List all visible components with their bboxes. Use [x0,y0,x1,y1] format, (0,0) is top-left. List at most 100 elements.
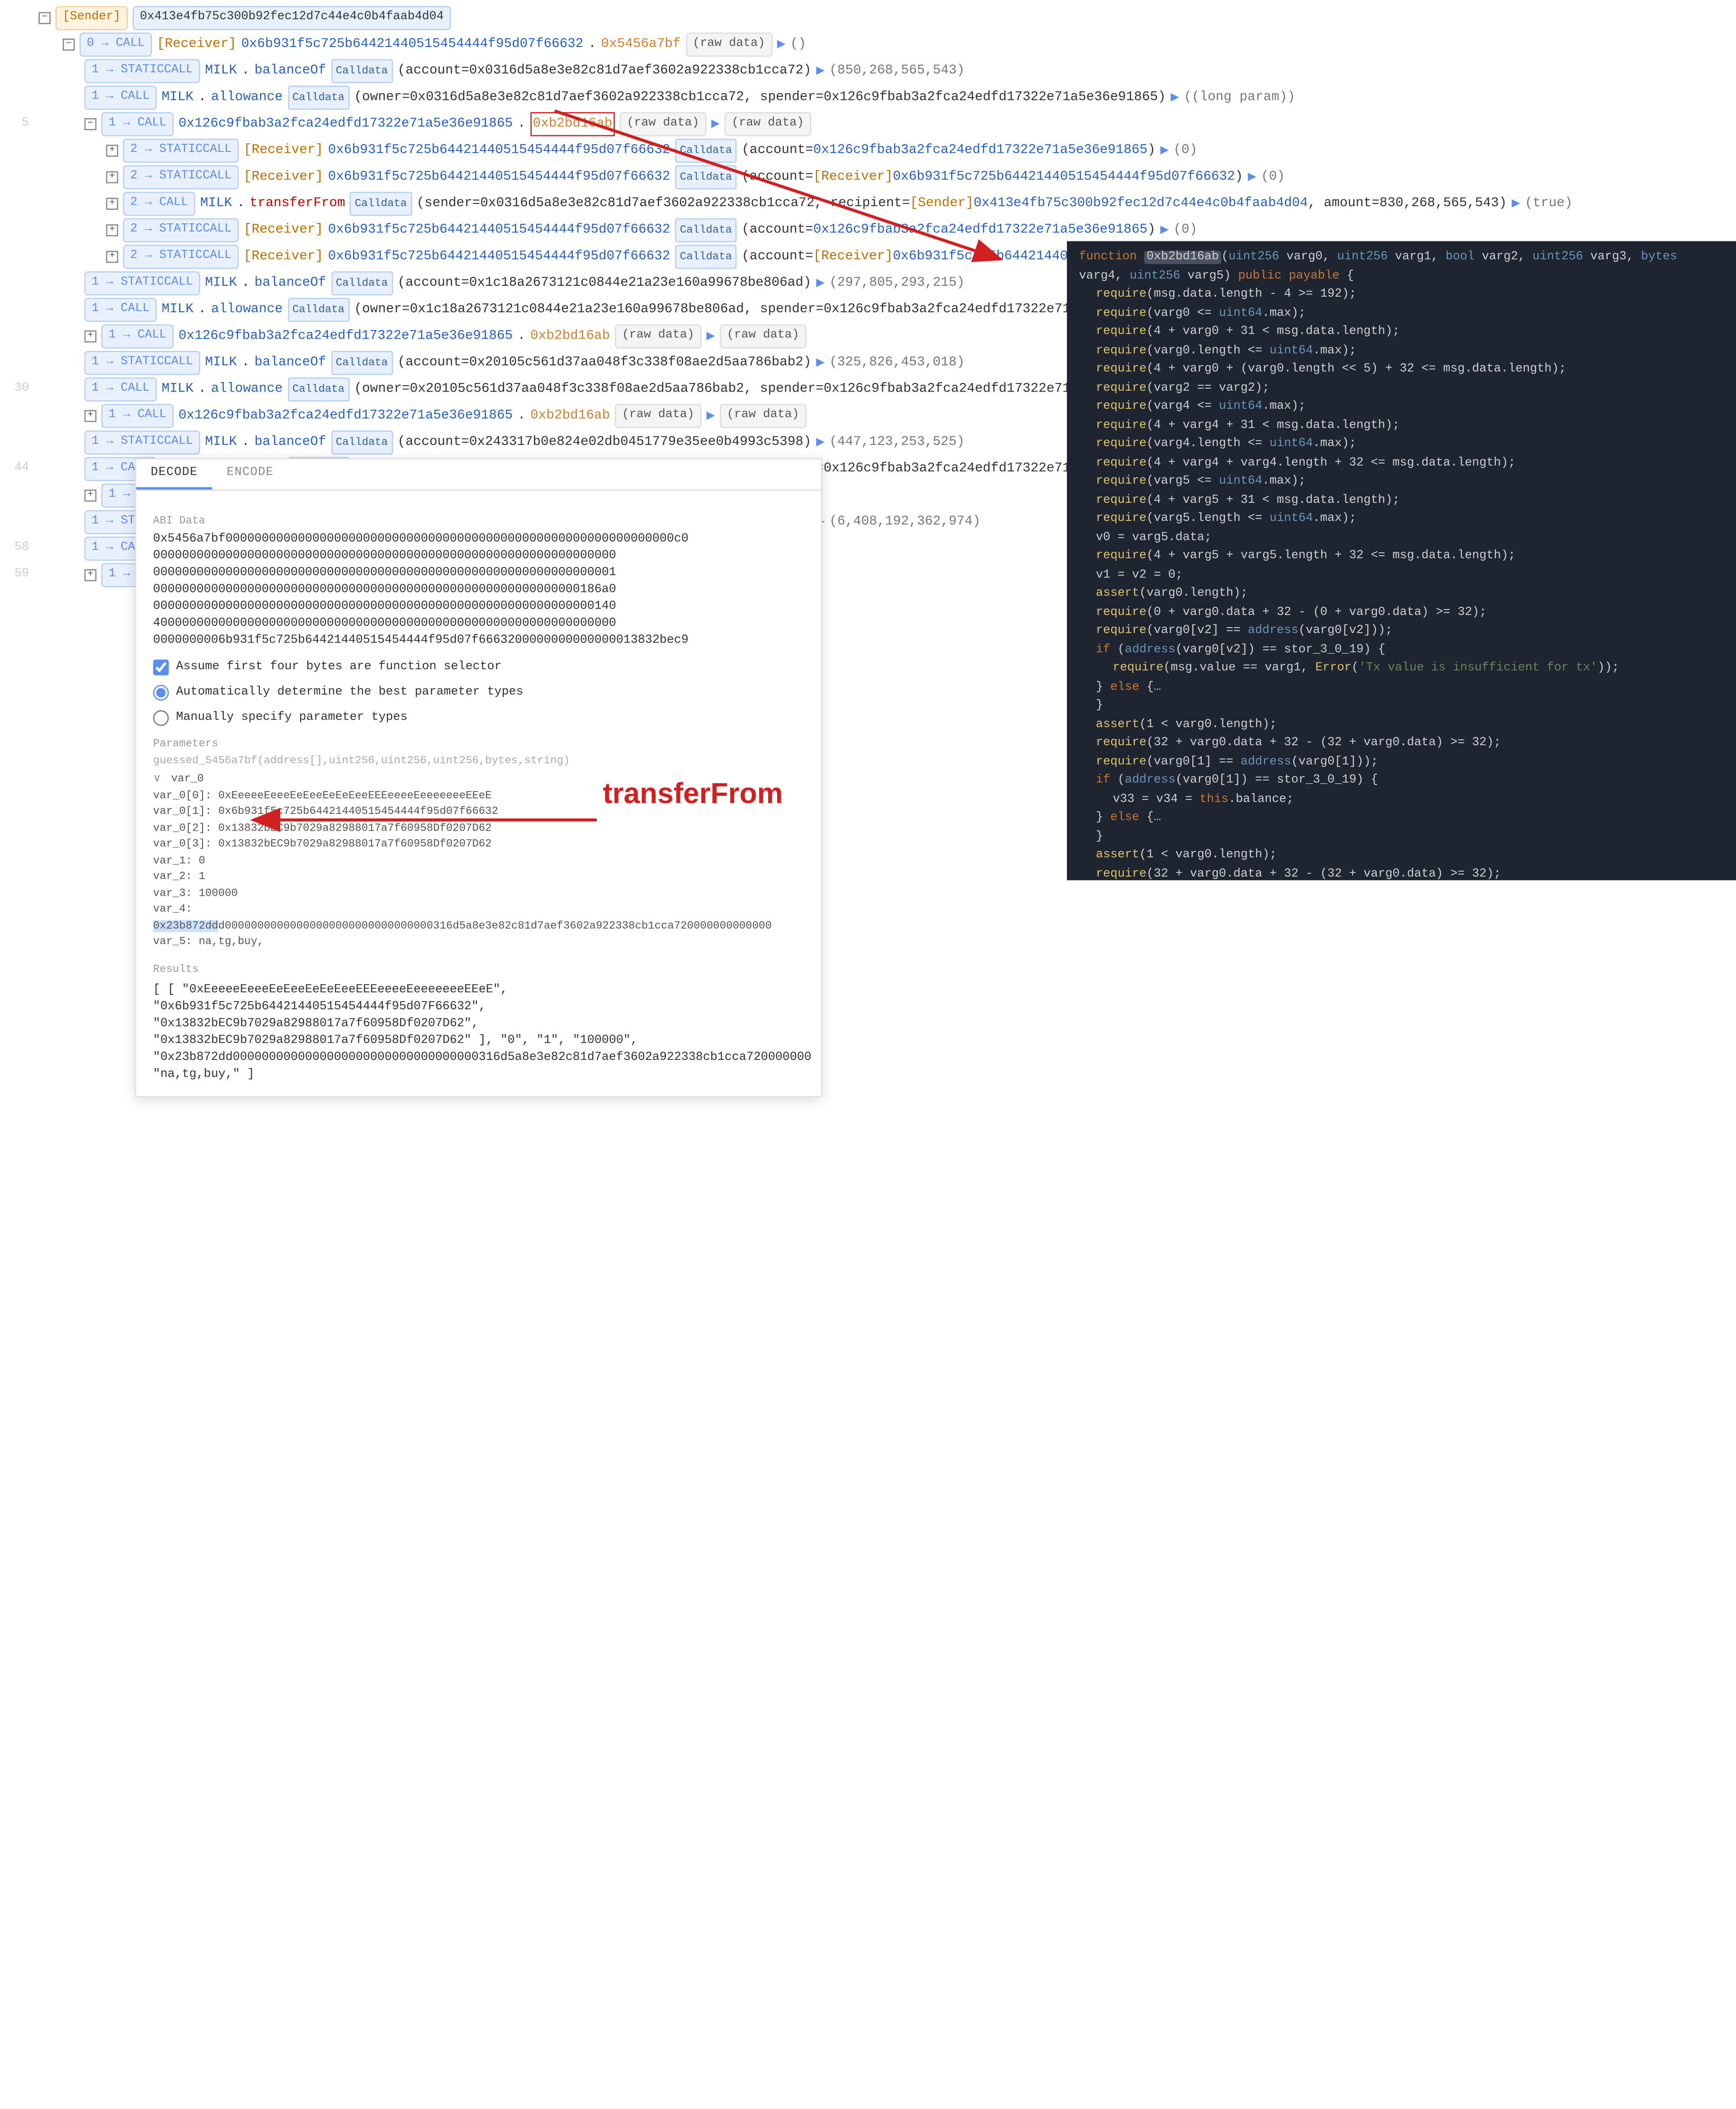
args: (owner=0x20105c561d37aa048f3c338f08ae2d5… [354,378,1166,400]
depth-pill[interactable]: 1 → CALL [85,378,157,402]
address[interactable]: 0x126c9fbab3a2fca24edfd17322e71a5e36e918… [179,113,513,135]
contract-name[interactable]: MILK [162,378,193,400]
return-value: (0) [1174,140,1198,161]
calldata-tag[interactable]: Calldata [350,192,412,216]
expand-icon[interactable]: + [85,331,97,343]
manual-radio[interactable] [153,710,169,726]
sender-label[interactable]: [Sender] [56,6,128,30]
address[interactable]: 0x6b931f5c725b64421440515454444f95d07f66… [328,219,670,241]
args[interactable]: (raw data) [620,112,707,136]
address[interactable]: 0x126c9fbab3a2fca24edfd17322e71a5e36e918… [179,326,513,347]
function-name[interactable]: balanceOf [255,60,326,82]
depth-pill[interactable]: 1 → CALL [101,404,174,428]
calldata-tag[interactable]: Calldata [675,218,737,242]
depth-pill[interactable]: 2 → STATICCALL [123,139,239,163]
check-selector[interactable]: Assume first four bytes are function sel… [153,660,804,676]
depth-pill[interactable]: 2 → STATICCALL [123,218,239,242]
play-icon[interactable]: ▶ [1170,87,1179,109]
address[interactable]: 0x6b931f5c725b64421440515454444f95d07f66… [241,34,584,56]
contract-name[interactable]: MILK [162,299,193,321]
contract-name[interactable]: MILK [205,273,237,294]
depth-pill[interactable]: 2 → STATICCALL [123,245,239,269]
expand-icon[interactable]: − [85,118,97,130]
depth-pill[interactable]: 1 → CALL [85,298,157,322]
expand-icon[interactable]: + [106,198,118,210]
return-value: (297,805,293,215) [829,273,964,294]
expand-icon[interactable]: − [38,12,51,24]
play-icon[interactable]: ▶ [1248,166,1256,188]
address[interactable]: 0x6b931f5c725b64421440515454444f95d07f66… [328,246,670,268]
return-value[interactable]: (raw data) [724,112,811,136]
address[interactable]: 0x126c9fbab3a2fca24edfd17322e71a5e36e918… [179,405,513,427]
depth-pill[interactable]: 1 → STATICCALL [85,430,200,454]
play-icon[interactable]: ▶ [816,432,824,454]
depth-pill[interactable]: 1 → STATICCALL [85,59,200,83]
expand-icon[interactable]: + [85,569,97,582]
depth-pill[interactable]: 0 → CALL [80,33,152,57]
contract-name[interactable]: MILK [162,87,193,109]
depth-pill[interactable]: 2 → STATICCALL [123,165,239,189]
function-name[interactable]: transferFrom [250,193,345,215]
expand-icon[interactable]: + [106,145,118,157]
function-name[interactable]: allowance [211,299,283,321]
calldata-tag[interactable]: Calldata [288,85,349,109]
return-value[interactable]: (raw data) [720,404,807,428]
contract-name[interactable]: MILK [200,193,232,215]
contract-name[interactable]: MILK [205,60,237,82]
depth-pill[interactable]: 1 → CALL [101,324,174,348]
radio-auto[interactable]: Automatically determine the best paramet… [153,685,804,701]
calldata-tag[interactable]: Calldata [331,430,393,454]
selector-checkbox[interactable] [153,660,169,676]
args[interactable]: (raw data) [615,404,702,428]
contract-name[interactable]: MILK [205,352,237,374]
play-icon[interactable]: ▶ [1512,193,1520,215]
play-icon[interactable]: ▶ [1160,219,1169,241]
calldata-tag[interactable]: Calldata [331,271,393,295]
radio-manual[interactable]: Manually specify parameter types [153,710,804,726]
expand-icon[interactable]: + [85,490,97,502]
expand-icon[interactable]: + [106,171,118,184]
function-name[interactable]: allowance [211,87,283,109]
play-icon[interactable]: ▶ [816,352,824,374]
calldata-tag[interactable]: Calldata [288,378,349,402]
expand-icon[interactable]: + [85,410,97,422]
tab-encode[interactable]: ENCODE [212,459,288,490]
tab-decode[interactable]: DECODE [136,459,212,490]
expand-icon[interactable]: − [63,38,75,51]
expand-icon[interactable]: + [106,224,118,236]
depth-pill[interactable]: 1 → CALL [101,112,174,136]
args[interactable]: (raw data) [615,324,702,348]
depth-pill[interactable]: 1 → STATICCALL [85,351,200,375]
return-value[interactable]: (raw data) [720,324,807,348]
depth-pill[interactable]: 1 → STATICCALL [85,271,200,295]
results-block: [ [ "0xEeeeeEeeeEeEeeEeEeEeeEEEeeeeEeeee… [153,982,804,1083]
calldata-tag[interactable]: Calldata [288,298,349,322]
calldata-tag[interactable]: Calldata [675,245,737,269]
receiver-label: [Receiver] [244,140,323,161]
expand-icon[interactable]: + [106,251,118,263]
address[interactable]: 0x6b931f5c725b64421440515454444f95d07f66… [328,166,670,188]
contract-name[interactable]: MILK [205,432,237,454]
play-icon[interactable]: ▶ [816,273,824,294]
function-name[interactable]: balanceOf [255,352,326,374]
calldata-tag[interactable]: Calldata [675,139,737,163]
play-icon[interactable]: ▶ [816,60,824,82]
play-icon[interactable]: ▶ [707,326,715,347]
args[interactable]: (raw data) [685,33,772,57]
play-icon[interactable]: ▶ [1160,140,1169,161]
return-value: (true) [1525,193,1573,215]
function-name[interactable]: balanceOf [255,432,326,454]
calldata-tag[interactable]: Calldata [675,165,737,189]
auto-radio[interactable] [153,685,169,701]
function-name[interactable]: balanceOf [255,273,326,294]
depth-pill[interactable]: 1 → CALL [85,85,157,109]
function-name[interactable]: allowance [211,378,283,400]
calldata-tag[interactable]: Calldata [331,59,393,83]
play-icon[interactable]: ▶ [707,405,715,427]
play-icon[interactable]: ▶ [711,113,719,135]
address[interactable]: 0x6b931f5c725b64421440515454444f95d07f66… [328,140,670,161]
play-icon[interactable]: ▶ [777,34,785,56]
depth-pill[interactable]: 2 → CALL [123,192,195,216]
calldata-tag[interactable]: Calldata [331,351,393,375]
sender-tx[interactable]: 0x413e4fb75c300b92fec12d7c44e4c0b4faab4d… [132,6,451,30]
